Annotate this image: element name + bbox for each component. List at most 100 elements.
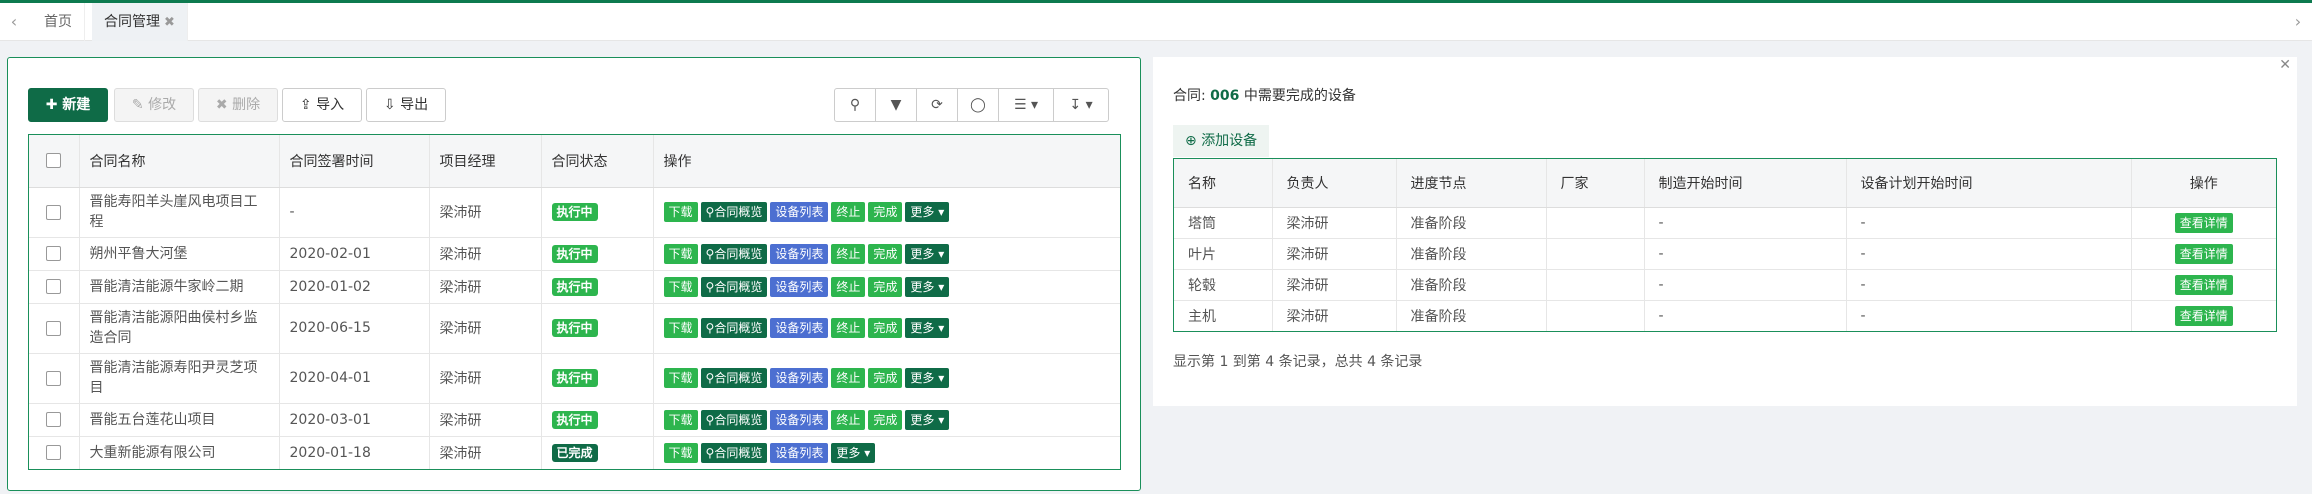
delete-button[interactable]: ✖ 删除	[198, 88, 278, 122]
actions-cell: 查看详情	[2130, 237, 2276, 269]
table-row[interactable]: 晋能五台莲花山项目 2020-03-01 梁沛研 执行中 下载 ⚲合同概览 设备列表 终止 完成…	[29, 402, 1120, 436]
contract-overview-button[interactable]: ⚲合同概览	[700, 442, 768, 463]
actions-cell: 下载 ⚲合同概览 设备列表 终止 完成 更多 ▾	[652, 402, 1120, 436]
terminate-button[interactable]: 终止	[831, 318, 866, 338]
project-manager: 梁沛研	[428, 302, 541, 353]
close-icon[interactable]: ✕	[2279, 57, 2291, 73]
row-select-cell[interactable]	[29, 236, 79, 270]
download-button[interactable]: 下载	[663, 442, 698, 463]
row-checkbox[interactable]	[46, 445, 62, 461]
terminate-button[interactable]: 终止	[831, 368, 866, 388]
equipment-list-button[interactable]: 设备列表	[770, 368, 829, 388]
complete-button[interactable]: 完成	[868, 409, 903, 430]
complete-button[interactable]: 完成	[868, 243, 903, 264]
row-checkbox[interactable]	[46, 279, 62, 294]
download-button[interactable]: 下载	[663, 409, 698, 430]
terminate-button[interactable]: 终止	[831, 202, 866, 222]
row-select-cell[interactable]	[29, 186, 79, 237]
tab-contract-management[interactable]: 合同管理 ✖	[92, 3, 188, 41]
tab-scroll-left-icon[interactable]: ‹	[0, 3, 28, 41]
download-button[interactable]: 下载	[663, 368, 698, 388]
more-dropdown[interactable]: 更多 ▾	[905, 202, 950, 222]
equipment-owner: 梁沛研	[1271, 237, 1396, 269]
select-all-checkbox[interactable]	[46, 153, 62, 169]
select-all-cell[interactable]	[29, 135, 79, 188]
contract-overview-button[interactable]: ⚲合同概览	[700, 318, 768, 338]
tab-scroll-right-icon[interactable]: ›	[2284, 3, 2312, 41]
edit-button[interactable]: ✎ 修改	[114, 88, 194, 122]
column-header[interactable]: 合同名称	[78, 135, 279, 188]
add-equipment-button[interactable]: ⊕ 添加设备	[1173, 125, 1270, 157]
more-dropdown[interactable]: 更多 ▾	[905, 276, 950, 297]
status-cell: 执行中	[540, 186, 653, 237]
more-dropdown[interactable]: 更多 ▾	[905, 409, 950, 430]
more-dropdown[interactable]: 更多 ▾	[831, 442, 876, 463]
equipment-list-button[interactable]: 设备列表	[770, 276, 829, 297]
row-checkbox[interactable]	[46, 246, 62, 261]
complete-button[interactable]: 完成	[868, 276, 903, 297]
row-select-cell[interactable]	[29, 352, 79, 403]
download-button[interactable]: 下载	[663, 202, 698, 222]
terminate-button[interactable]: 终止	[831, 409, 866, 430]
search-icon[interactable]: ⚲	[834, 88, 876, 122]
equipment-list-button[interactable]: 设备列表	[770, 409, 829, 430]
download-button[interactable]: 下载	[663, 276, 698, 297]
export-menu-icon[interactable]: ↧ ▾	[1053, 88, 1109, 122]
new-button[interactable]: ✚ 新建	[28, 88, 108, 122]
import-button[interactable]: ⇪ 导入	[282, 88, 362, 122]
column-header[interactable]: 合同状态	[540, 135, 653, 188]
contract-overview-button[interactable]: ⚲合同概览	[700, 368, 768, 388]
toggle-filter-icon[interactable]: ▼	[875, 88, 917, 122]
table-row[interactable]: 晋能清洁能源寿阳尹灵芝项目 2020-04-01 梁沛研 执行中 下载 ⚲合同概览 设备列表…	[29, 352, 1120, 403]
row-checkbox[interactable]	[46, 320, 62, 336]
row-checkbox[interactable]	[46, 412, 62, 427]
close-tab-icon[interactable]: ✖	[164, 15, 175, 30]
sign-date: 2020-02-01	[278, 236, 429, 270]
mfg-start-time: -	[1643, 299, 1846, 331]
download-button[interactable]: 下载	[663, 243, 698, 264]
row-select-cell[interactable]	[29, 402, 79, 436]
column-header: 厂家	[1545, 159, 1644, 208]
status-badge: 执行中	[551, 410, 598, 429]
complete-button[interactable]: 完成	[868, 202, 903, 222]
tab-home[interactable]: 首页	[32, 3, 85, 41]
project-manager: 梁沛研	[428, 269, 541, 303]
equipment-list-button[interactable]: 设备列表	[770, 442, 829, 463]
view-details-button[interactable]: 查看详情	[2174, 212, 2233, 233]
table-row[interactable]: 晋能寿阳羊头崖风电项目工程 - 梁沛研 执行中 下载 ⚲合同概览 设备列表 终止 完成 更多 ▾	[29, 186, 1120, 237]
contract-overview-button[interactable]: ⚲合同概览	[700, 243, 768, 264]
complete-button[interactable]: 完成	[868, 318, 903, 338]
view-details-button[interactable]: 查看详情	[2174, 274, 2233, 295]
columns-icon[interactable]: ☰ ▾	[998, 88, 1054, 122]
download-button[interactable]: 下载	[663, 318, 698, 338]
more-dropdown[interactable]: 更多 ▾	[905, 243, 950, 264]
refresh-icon[interactable]: ⟳	[916, 88, 958, 122]
column-header[interactable]: 项目经理	[428, 135, 541, 188]
more-dropdown[interactable]: 更多 ▾	[905, 368, 950, 388]
equipment-list-button[interactable]: 设备列表	[770, 318, 829, 338]
toggle-view-icon[interactable]: ◯	[957, 88, 999, 122]
more-dropdown[interactable]: 更多 ▾	[905, 318, 950, 338]
terminate-button[interactable]: 终止	[831, 243, 866, 264]
terminate-button[interactable]: 终止	[831, 276, 866, 297]
table-row[interactable]: 朔州平鲁大河堡 2020-02-01 梁沛研 执行中 下载 ⚲合同概览 设备列表 终止 完成 更多…	[29, 236, 1120, 270]
table-row[interactable]: 晋能清洁能源牛家岭二期 2020-01-02 梁沛研 执行中 下载 ⚲合同概览 设备列表 终止…	[29, 269, 1120, 303]
view-details-button[interactable]: 查看详情	[2174, 243, 2233, 264]
row-checkbox[interactable]	[46, 370, 62, 386]
column-header[interactable]: 合同签署时间	[278, 135, 429, 188]
contract-overview-button[interactable]: ⚲合同概览	[700, 409, 768, 430]
equipment-list-button[interactable]: 设备列表	[770, 243, 829, 264]
actions-cell: 下载 ⚲合同概览 设备列表 终止 完成 更多 ▾	[652, 302, 1120, 353]
export-button[interactable]: ⇩ 导出	[366, 88, 446, 122]
contract-overview-button[interactable]: ⚲合同概览	[700, 202, 768, 222]
row-select-cell[interactable]	[29, 269, 79, 303]
contract-overview-button[interactable]: ⚲合同概览	[700, 276, 768, 297]
row-select-cell[interactable]	[29, 302, 79, 353]
complete-button[interactable]: 完成	[868, 368, 903, 388]
table-row[interactable]: 大重新能源有限公司 2020-01-18 梁沛研 已完成 下载 ⚲合同概览 设备列表 更多 ▾	[29, 435, 1120, 469]
equipment-list-button[interactable]: 设备列表	[770, 202, 829, 222]
table-row[interactable]: 晋能清洁能源阳曲侯村乡监造合同 2020-06-15 梁沛研 执行中 下载 ⚲合同概览 设备…	[29, 302, 1120, 353]
view-details-button[interactable]: 查看详情	[2174, 305, 2233, 326]
row-select-cell[interactable]	[29, 435, 79, 469]
row-checkbox[interactable]	[46, 204, 62, 220]
